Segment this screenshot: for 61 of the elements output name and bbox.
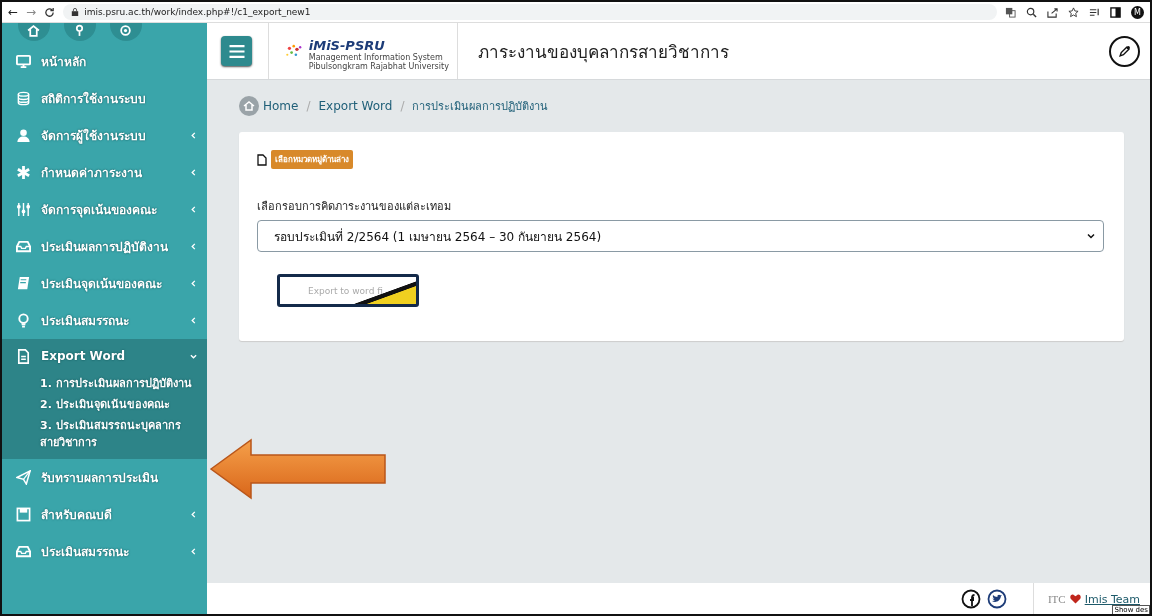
playlist-icon[interactable] xyxy=(1089,6,1100,18)
sidebar-item[interactable]: Export Word xyxy=(2,339,207,373)
user-icon xyxy=(16,128,31,143)
submenu-item[interactable]: 2. ประเมินจุดเน้นของคณะ xyxy=(40,394,197,415)
translate-icon[interactable] xyxy=(1005,6,1016,18)
sidebar-item[interactable]: ประเมินสมรรถนะ xyxy=(2,302,207,339)
asterisk-icon xyxy=(16,165,31,180)
file-icon xyxy=(16,348,31,364)
sidebar-item[interactable]: ประเมินจุดเน้นของคณะ xyxy=(2,265,207,302)
sidebar-item[interactable]: สถิติการใช้งานระบบ xyxy=(2,80,207,117)
reload-icon[interactable] xyxy=(44,6,56,18)
sidebar-item[interactable]: ประเมินสมรรถนะ xyxy=(2,533,207,570)
save-icon xyxy=(16,507,31,522)
submenu-item[interactable]: 1. การประเมินผลการปฏิบัติงาน xyxy=(40,373,197,394)
team-link[interactable]: Imis Team xyxy=(1084,592,1140,606)
sidebar-item[interactable]: กำหนดค่าภาระงาน xyxy=(2,154,207,191)
sidebar-item[interactable]: จัดการผู้ใช้งานระบบ xyxy=(2,117,207,154)
twitter-icon[interactable] xyxy=(986,589,1007,609)
breadcrumb-link[interactable]: Export Word xyxy=(318,99,393,113)
credit-text: ITC xyxy=(1047,593,1066,605)
menu-button[interactable] xyxy=(221,36,252,66)
zoom-icon[interactable] xyxy=(1026,6,1037,18)
database-icon xyxy=(16,91,31,106)
submenu-item[interactable]: 3. ประเมินสมรรถนะบุคลากรสายวิชาการ xyxy=(40,415,197,453)
select-label: เลือกรอบการคิดภาระงานของแต่ละเทอม xyxy=(257,199,452,215)
sidepanel-icon[interactable] xyxy=(1110,6,1121,18)
forward-button[interactable]: → xyxy=(26,5,37,19)
facebook-icon[interactable] xyxy=(960,589,981,609)
bulb-icon xyxy=(16,313,31,328)
inbox-icon xyxy=(16,239,31,254)
pen-icon xyxy=(1118,44,1131,58)
book-icon xyxy=(16,276,31,291)
sidebar-item[interactable]: รับทราบผลการประเมิน xyxy=(2,459,207,496)
monitor-icon xyxy=(16,54,31,69)
breadcrumb-link[interactable]: Home xyxy=(263,99,299,113)
breadcrumb-link[interactable]: การประเมินผลการปฏิบัติงาน xyxy=(412,97,549,115)
category-badge: เลือกหมวดหมู่ด้านล่าง xyxy=(271,150,353,169)
menu-icon xyxy=(227,43,246,59)
sliders-icon xyxy=(16,202,31,217)
page-title: ภาระงานของบุคลากรสายวิชาการ xyxy=(477,40,730,65)
back-button[interactable]: ← xyxy=(8,5,19,19)
sidebar-item[interactable]: หน้าหลัก xyxy=(2,43,207,80)
breadcrumb-separator: / xyxy=(400,99,405,113)
caret-down-icon xyxy=(1087,232,1095,240)
sidebar-item[interactable]: ประเมินผลการปฏิบัติงาน xyxy=(2,228,207,265)
share-icon[interactable] xyxy=(1047,6,1058,18)
profile-avatar[interactable]: M xyxy=(1131,5,1144,19)
home-icon xyxy=(239,96,259,116)
heart-icon xyxy=(1069,594,1081,604)
pen-button[interactable] xyxy=(1109,35,1140,67)
plane-icon xyxy=(16,470,31,485)
address-bar[interactable]: imis.psru.ac.th/work/index.php#!/c1_export_new1 xyxy=(63,4,997,20)
star-icon[interactable] xyxy=(1068,6,1079,18)
export-button[interactable]: Export to word fi xyxy=(277,274,419,307)
inbox-icon xyxy=(16,544,31,559)
logo: iMiS-PSRU Management Information System Pibulsongkram Rajabhat University xyxy=(268,23,458,79)
document-icon xyxy=(257,153,267,166)
round-select[interactable]: รอบประเมินที่ 2/2564 (1 เมษายน 2564 – 30 กันยายน 2564) xyxy=(257,220,1104,252)
breadcrumb-separator: / xyxy=(306,99,311,113)
sidebar-item[interactable]: จัดการจุดเน้นของคณะ xyxy=(2,191,207,228)
sidebar-item[interactable]: สำหรับคณบดี xyxy=(2,496,207,533)
